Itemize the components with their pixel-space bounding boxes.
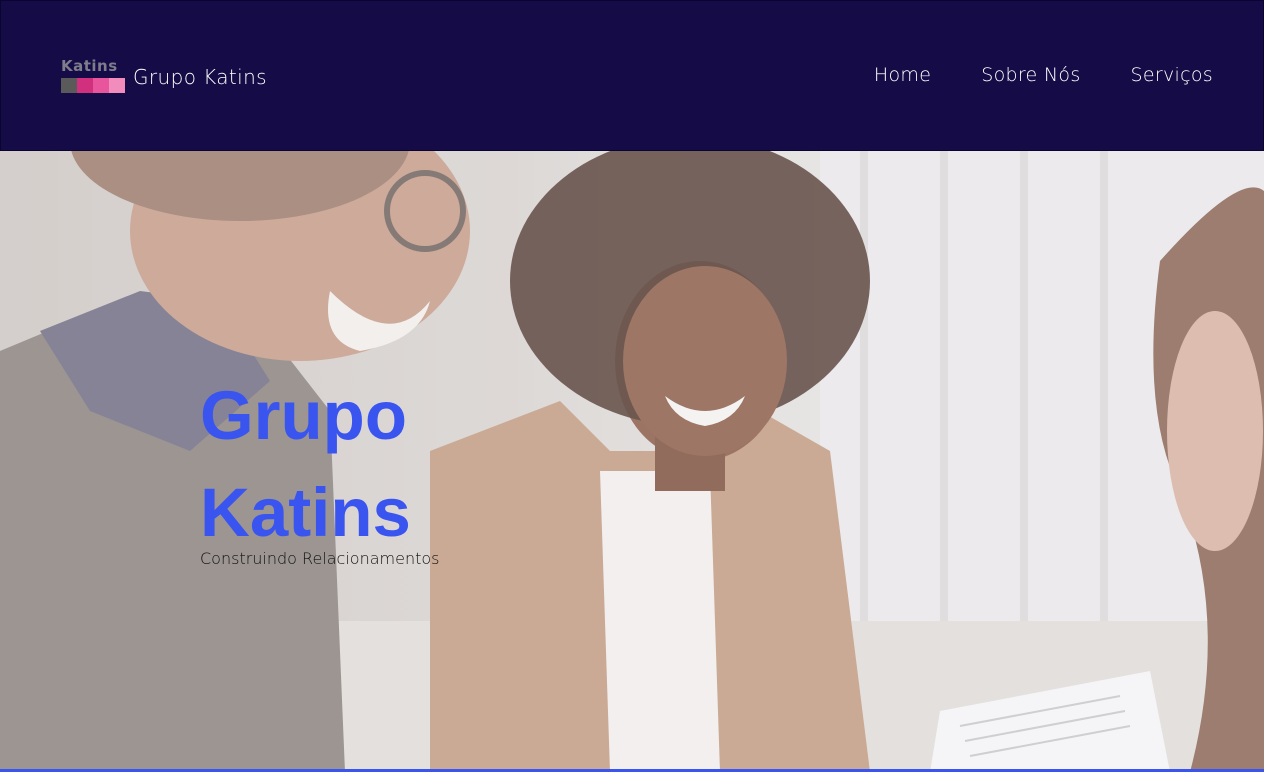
- nav-link-servicos[interactable]: Serviços: [1131, 64, 1213, 86]
- logo-block: [61, 78, 77, 93]
- hero-section: Grupo Katins Construindo Relacionamentos: [0, 151, 1264, 772]
- logo-wordmark: Katins: [61, 57, 118, 75]
- logo-block: [77, 78, 93, 93]
- hero-overlay: [0, 151, 1264, 772]
- katins-logo: Katins: [59, 59, 125, 95]
- navbar: Katins Grupo Katins Home Sobre Nós Servi…: [0, 0, 1264, 151]
- nav-link-home[interactable]: Home: [874, 64, 931, 86]
- brand-name: Grupo Katins: [133, 65, 267, 89]
- logo-color-blocks: [61, 78, 125, 93]
- logo-block: [109, 78, 125, 93]
- hero-title: Grupo Katins: [200, 377, 411, 551]
- nav-links: Home Sobre Nós Serviços: [824, 64, 1213, 86]
- hero-subtitle: Construindo Relacionamentos: [200, 549, 440, 568]
- logo-block: [93, 78, 109, 93]
- brand-link[interactable]: Katins Grupo Katins: [59, 57, 267, 97]
- nav-link-sobre-nos[interactable]: Sobre Nós: [981, 64, 1080, 86]
